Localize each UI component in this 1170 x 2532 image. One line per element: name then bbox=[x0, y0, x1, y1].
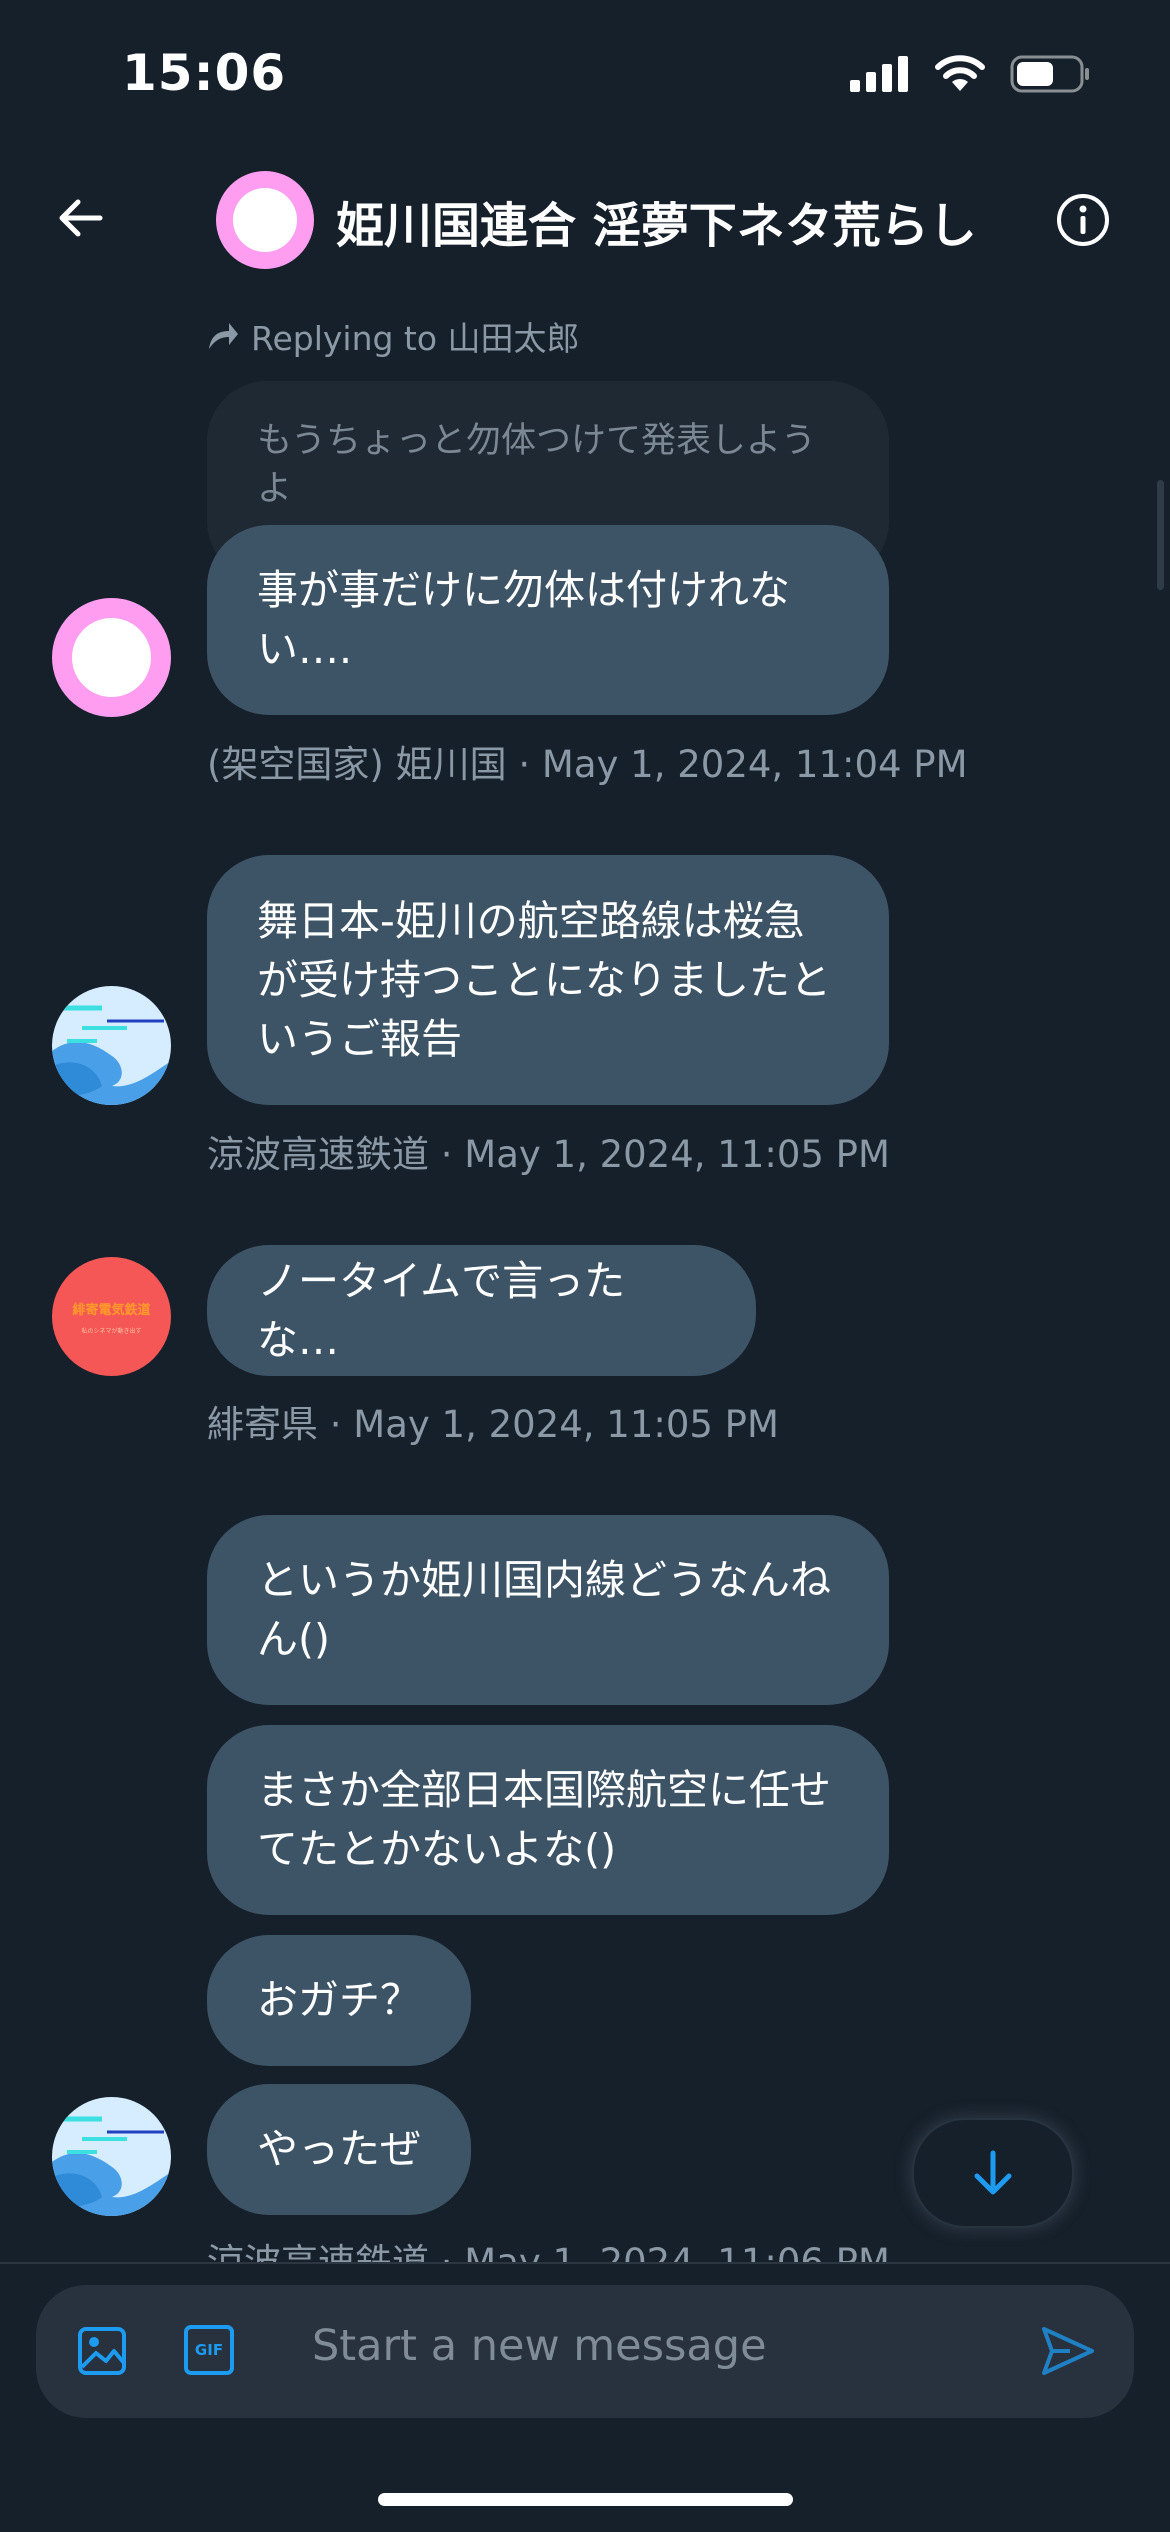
message-bubble[interactable]: ノータイムで言ったな… bbox=[207, 1245, 756, 1376]
conversation-title[interactable]: 姫川国連合 淫夢下ネタ荒らし bbox=[336, 186, 977, 256]
message-bubble[interactable]: やったぜ bbox=[207, 2084, 471, 2215]
message-input[interactable]: Start a new message bbox=[312, 2321, 767, 2371]
message-composer: GIF Start a new message bbox=[36, 2285, 1134, 2418]
send-icon[interactable] bbox=[1040, 2323, 1096, 2379]
wave-avatar-icon bbox=[52, 2097, 171, 2216]
message-bubble[interactable]: おガチ？ bbox=[207, 1935, 471, 2066]
arrow-down-icon bbox=[974, 2150, 1012, 2195]
message-bubble[interactable]: まさか全部日本国際航空に任せてたとかないよな() bbox=[207, 1725, 889, 1915]
info-icon[interactable] bbox=[1055, 192, 1111, 248]
message-meta: 緋寄県 · May 1, 2024, 11:05 PM bbox=[207, 1403, 779, 1446]
signal-icon bbox=[850, 56, 908, 92]
sender-avatar[interactable] bbox=[52, 598, 171, 717]
scroll-to-bottom-button[interactable] bbox=[912, 2118, 1074, 2228]
message-meta: (架空国家) 姫川国 · May 1, 2024, 11:04 PM bbox=[207, 743, 968, 786]
image-icon[interactable] bbox=[76, 2325, 128, 2377]
message-meta: 涼波高速鉄道 · May 1, 2024, 11:05 PM bbox=[207, 1133, 890, 1176]
avatar-badge-subtext: 私のシネマが動き出す bbox=[81, 1327, 142, 1335]
message-meta: 涼波高速鉄道 · May 1, 2024, 11:06 PM bbox=[207, 2232, 890, 2262]
home-indicator[interactable] bbox=[378, 2493, 793, 2506]
wifi-icon bbox=[935, 55, 985, 91]
reply-label: Replying to 山田太郎 bbox=[251, 319, 580, 358]
message-bubble[interactable]: 舞日本-姫川の航空路線は桜急が受け持つことになりましたというご報告 bbox=[207, 855, 889, 1105]
message-bubble[interactable]: 事が事だけに勿体は付けれない…. bbox=[207, 525, 889, 715]
reply-context: Replying to 山田太郎 bbox=[207, 312, 580, 360]
reply-arrow-icon bbox=[209, 323, 238, 349]
conversation-avatar[interactable] bbox=[216, 171, 314, 269]
sender-avatar[interactable] bbox=[52, 2097, 171, 2216]
gif-button[interactable]: GIF bbox=[184, 2325, 234, 2375]
status-time: 15:06 bbox=[122, 44, 287, 102]
status-icons bbox=[850, 55, 1090, 93]
composer-divider bbox=[0, 2262, 1170, 2264]
message-bubble[interactable]: というか姫川国内線どうなんねん() bbox=[207, 1515, 889, 1705]
sender-avatar[interactable] bbox=[52, 986, 171, 1105]
back-arrow-icon[interactable] bbox=[52, 190, 108, 246]
wave-avatar-icon bbox=[52, 986, 171, 1105]
avatar-badge-text: 緋寄電気鉄道 bbox=[72, 1302, 151, 1318]
gif-label: GIF bbox=[194, 2341, 224, 2359]
sender-avatar[interactable]: 緋寄電気鉄道 私のシネマが動き出す bbox=[52, 1257, 171, 1376]
battery-icon bbox=[1010, 55, 1089, 93]
scroll-indicator[interactable] bbox=[1157, 480, 1164, 590]
